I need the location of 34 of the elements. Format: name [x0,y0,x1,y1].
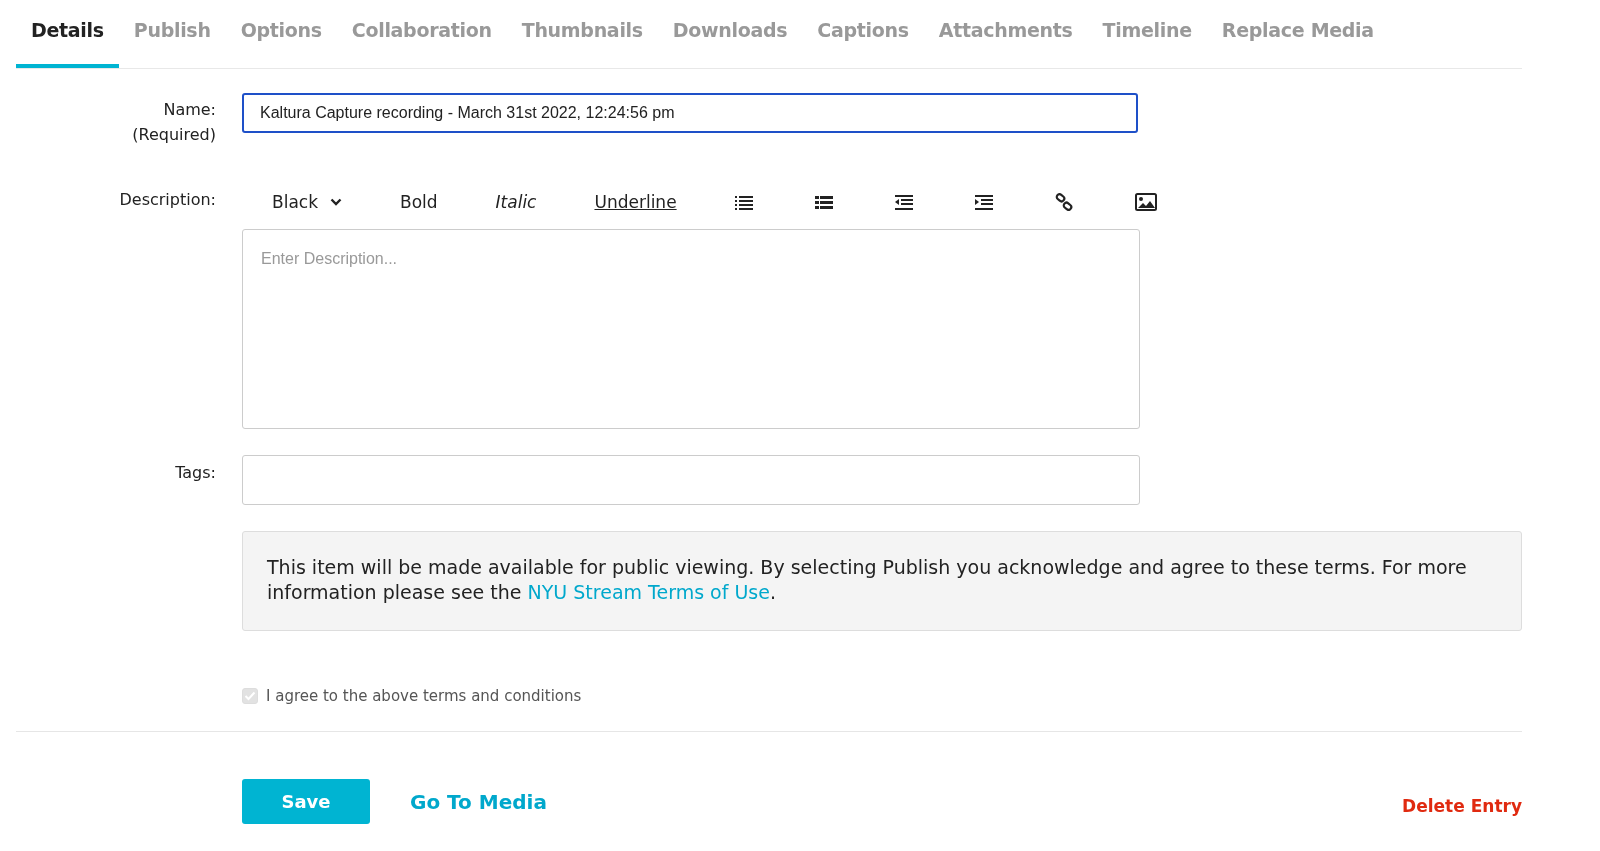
field-label: Description: [119,189,216,211]
tab[interactable]: Publish [118,0,226,68]
terms-notice: This item will be made available for public viewing. By selecting Publish you acknowledge and agree to these terms. For more information please see the NYU Stream Terms of Use. [242,531,1522,631]
tab[interactable]: Collaboration [336,0,507,68]
description-field[interactable]: Enter Description... [242,229,1140,429]
tab[interactable]: Attachments [923,0,1088,68]
tab[interactable]: Details [16,0,119,68]
delete-entry-link[interactable]: Delete Entry [1402,795,1522,816]
tab[interactable]: Downloads [657,0,803,68]
bulleted-list-icon[interactable] [734,194,753,210]
link-icon[interactable] [1054,193,1073,211]
tab[interactable]: Options [225,0,337,68]
tab[interactable]: Thumbnails [506,0,658,68]
field-label: Name: [163,99,216,121]
tags-field[interactable] [242,455,1140,505]
italic-button[interactable]: Italic [495,192,537,212]
tab[interactable]: Timeline [1087,0,1207,68]
tab[interactable]: Replace Media [1206,0,1389,68]
color-dropdown[interactable]: Black [272,192,342,212]
terms-link[interactable]: NYU Stream Terms of Use [527,581,770,603]
underline-button[interactable]: Underline [594,192,677,212]
agree-label: I agree to the above terms and conditions [266,687,582,705]
chevron-down-icon [330,198,342,206]
tab[interactable]: Captions [802,0,924,68]
required-note: (Required) [132,124,216,146]
indent-icon[interactable] [974,194,993,210]
bold-button[interactable]: Bold [400,192,438,212]
list-icon[interactable] [814,194,833,210]
outdent-icon[interactable] [894,194,913,210]
field-label: Tags: [175,462,216,484]
name-field[interactable]: Kaltura Capture recording - March 31st 2022, 12:24:56 pm [242,93,1138,133]
go-to-media-link[interactable]: Go To Media [410,789,547,814]
image-icon[interactable] [1134,193,1157,211]
save-button[interactable]: Save [242,779,370,824]
